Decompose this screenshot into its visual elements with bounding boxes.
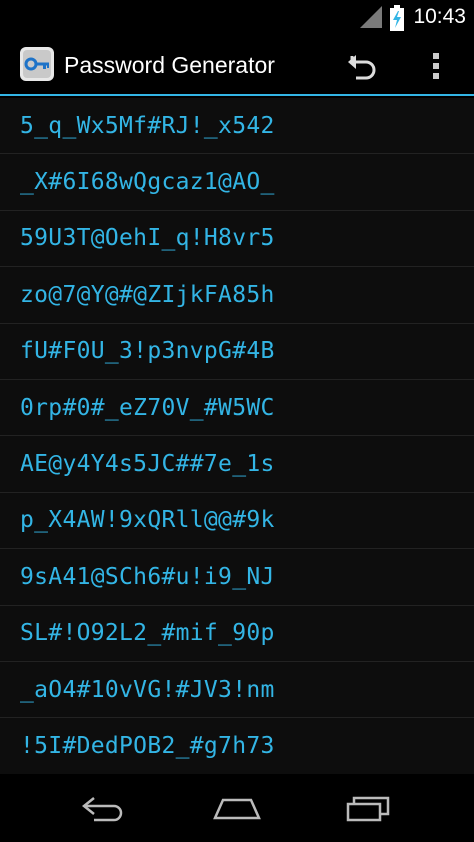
password-item[interactable]: _aO4#10vVG!#JV3!nm xyxy=(0,661,474,719)
password-text: _X#6I68wQgcaz1@AO_ xyxy=(20,169,275,196)
password-text: !5I#DedPOB2_#g7h73 xyxy=(20,732,275,759)
password-text: zo@7@Y@#@ZIjkFA85h xyxy=(20,281,275,308)
password-item[interactable]: fU#F0U_3!p3nvpG#4B xyxy=(0,323,474,380)
password-item[interactable]: AE@y4Y4s5JC##7e_1s xyxy=(0,436,474,493)
password-item[interactable]: _X#6I68wQgcaz1@AO_ xyxy=(0,154,474,211)
status-bar: 10:43 xyxy=(0,0,474,36)
password-text: _aO4#10vVG!#JV3!nm xyxy=(20,676,275,703)
back-icon[interactable] xyxy=(80,794,130,822)
password-text: SL#!O92L2_#mif_90p xyxy=(20,620,275,647)
action-bar: Password Generator xyxy=(0,36,474,96)
status-clock: 10:43 xyxy=(413,5,466,28)
recents-icon[interactable] xyxy=(344,794,394,822)
password-text: 59U3T@OehI_q!H8vr5 xyxy=(20,225,275,252)
undo-icon[interactable] xyxy=(344,48,384,84)
battery-charging-icon xyxy=(390,5,404,31)
password-text: 5_q_Wx5Mf#RJ!_x542 xyxy=(20,112,275,139)
password-text: 0rp#0#_eZ70V_#W5WC xyxy=(20,394,275,421)
password-item[interactable]: !5I#DedPOB2_#g7h73 xyxy=(0,718,474,774)
password-text: AE@y4Y4s5JC##7e_1s xyxy=(20,451,275,478)
navigation-bar xyxy=(0,774,474,842)
password-text: 9sA41@SCh6#u!i9_NJ xyxy=(20,563,275,590)
key-icon[interactable] xyxy=(19,46,55,82)
password-item[interactable]: 0rp#0#_eZ70V_#W5WC xyxy=(0,379,474,437)
password-list: 5_q_Wx5Mf#RJ!_x542 _X#6I68wQgcaz1@AO_ 59… xyxy=(0,98,474,774)
password-item[interactable]: 59U3T@OehI_q!H8vr5 xyxy=(0,210,474,268)
password-item[interactable]: 9sA41@SCh6#u!i9_NJ xyxy=(0,549,474,606)
password-item[interactable]: p_X4AW!9xQRll@@#9k xyxy=(0,492,474,550)
password-item[interactable]: SL#!O92L2_#mif_90p xyxy=(0,605,474,662)
password-text: p_X4AW!9xQRll@@#9k xyxy=(20,507,275,534)
password-item[interactable]: zo@7@Y@#@ZIjkFA85h xyxy=(0,267,474,324)
overflow-menu-icon[interactable] xyxy=(424,48,448,84)
password-item[interactable]: 5_q_Wx5Mf#RJ!_x542 xyxy=(0,98,474,155)
home-icon[interactable] xyxy=(211,794,263,822)
cell-signal-icon xyxy=(360,6,382,28)
password-text: fU#F0U_3!p3nvpG#4B xyxy=(20,338,275,365)
app-title: Password Generator xyxy=(64,52,275,78)
